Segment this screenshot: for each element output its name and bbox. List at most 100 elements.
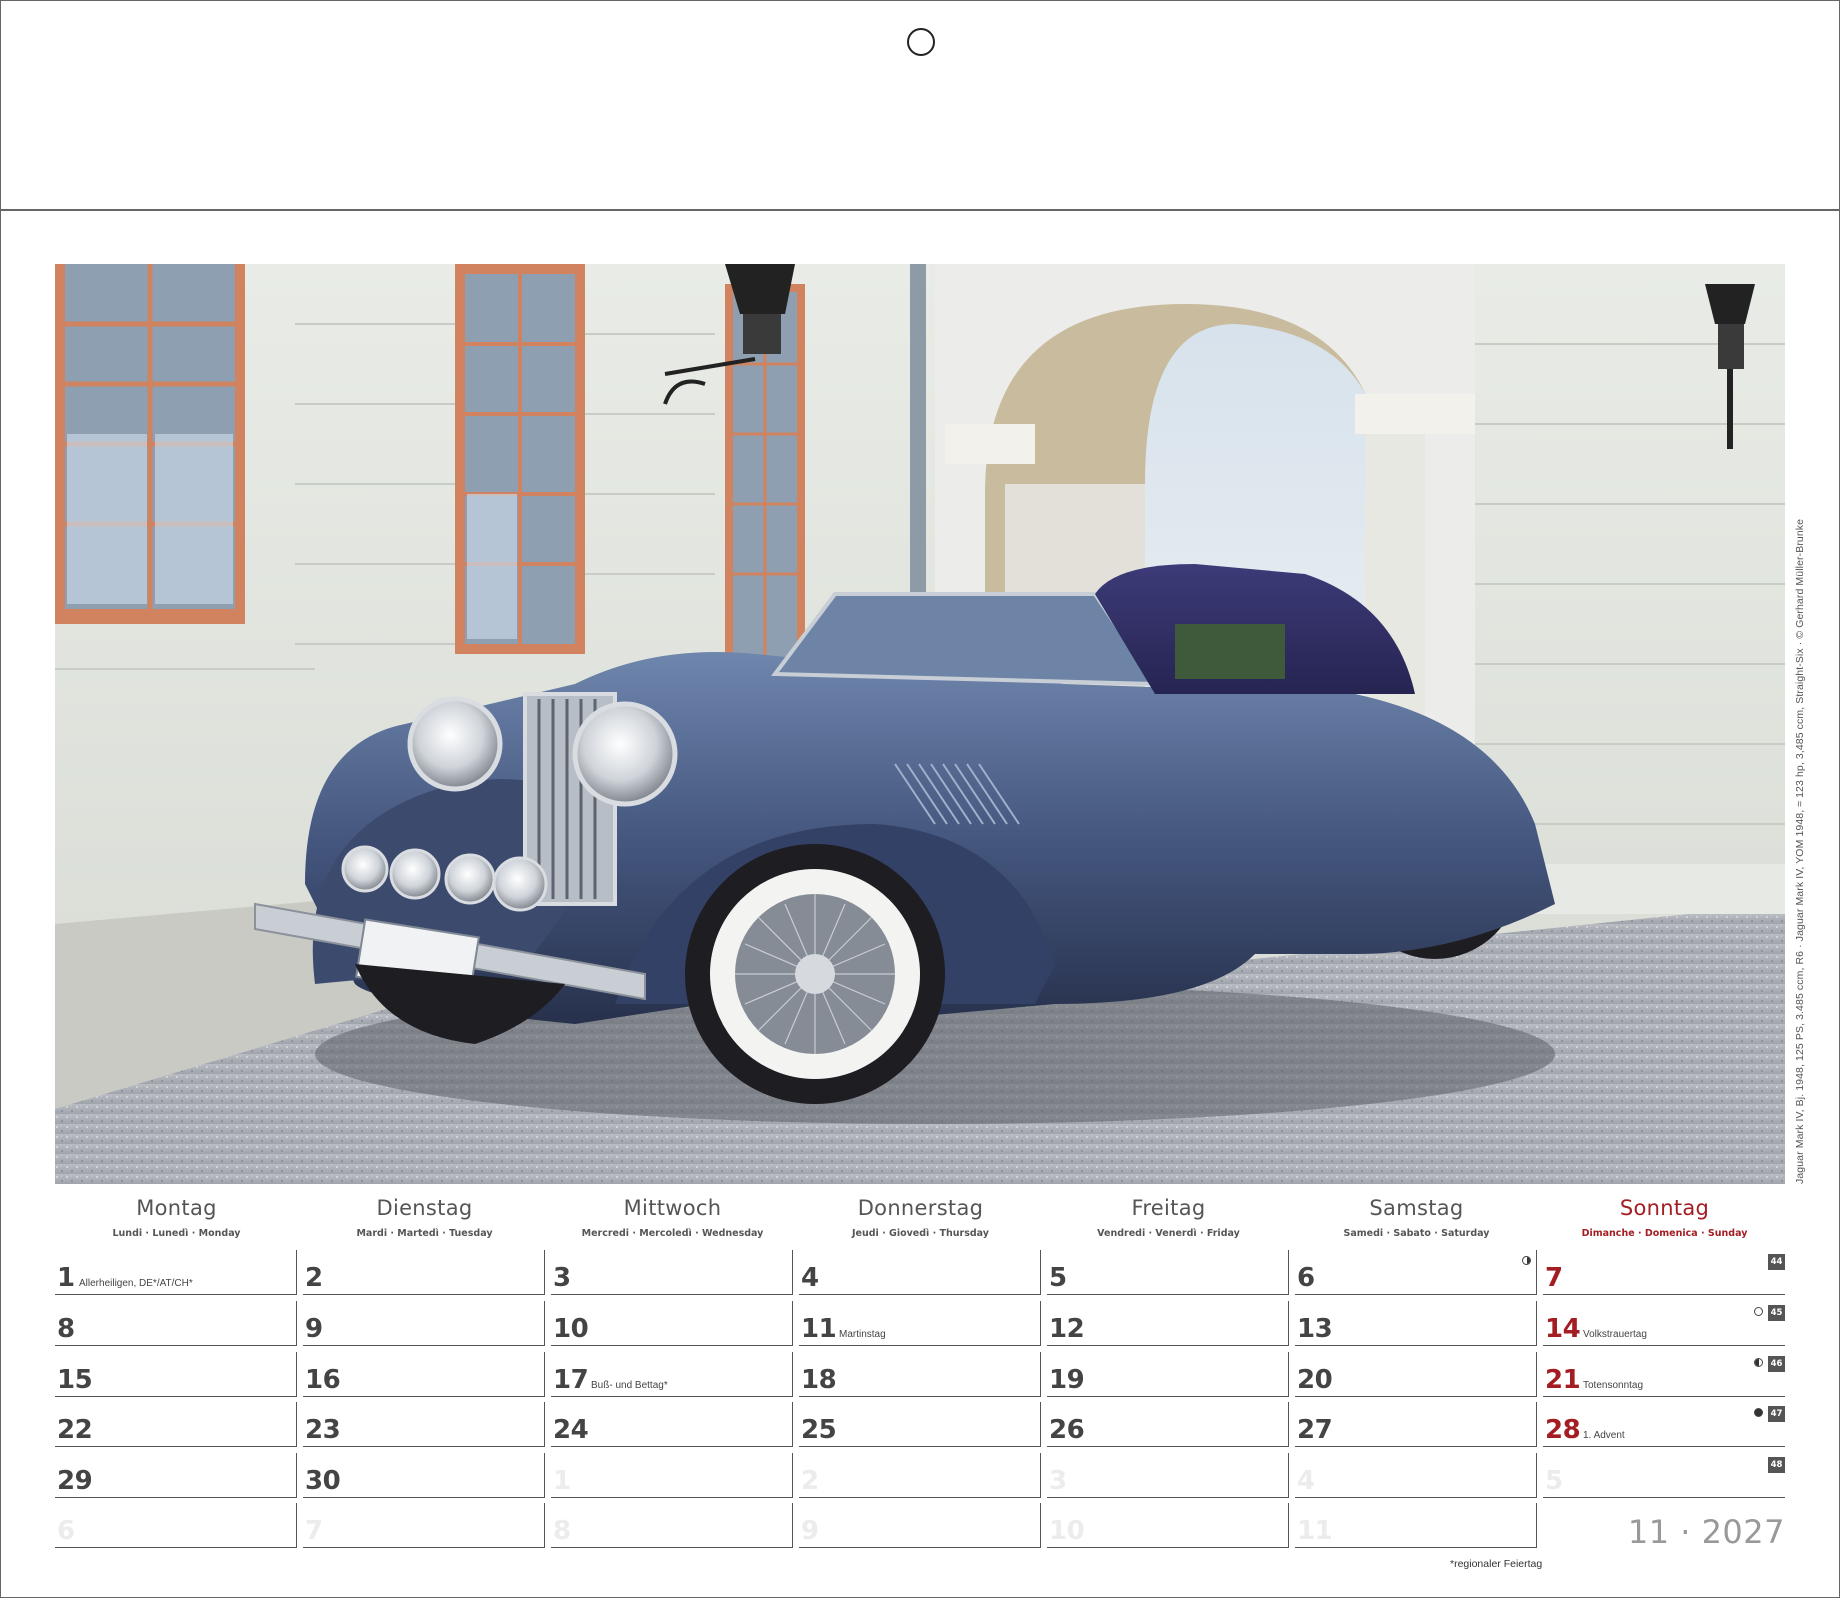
week-number-badge: 47 [1768, 1406, 1785, 1422]
day-number: 7 [1545, 1263, 1563, 1293]
last-quarter-moon-icon [1754, 1358, 1763, 1367]
weekday-header: Sonntag Dimanche · Domenica · Sunday [1543, 1196, 1786, 1239]
day-cell: 26 [1047, 1402, 1289, 1447]
day-cell: 13 [1295, 1301, 1537, 1346]
weekday-header: Montag Lundi · Lunedì · Monday [55, 1196, 298, 1239]
day-cell: 25 [799, 1402, 1041, 1447]
photo-credit: Jaguar Mark IV, Bj. 1948, 125 PS, 3.485 … [1794, 518, 1806, 1184]
day-number: 21 [1545, 1365, 1581, 1395]
day-cell: 11 Martinstag [799, 1301, 1041, 1346]
day-number: 4 [1297, 1466, 1315, 1496]
day-number: 29 [57, 1466, 93, 1496]
weekday-translations: Lundi · Lunedì · Monday [112, 1228, 241, 1239]
day-cell: 10 [1047, 1503, 1289, 1548]
day-number: 1 [553, 1466, 571, 1496]
weekday-translations: Vendredi · Venerdì · Friday [1097, 1228, 1240, 1239]
week-number-badge: 48 [1768, 1457, 1785, 1473]
day-cell: 2 [799, 1453, 1041, 1498]
day-cell: 4 [799, 1250, 1041, 1295]
full-moon-icon [1754, 1307, 1763, 1316]
day-cell: 23 [303, 1402, 545, 1447]
day-number: 9 [305, 1314, 323, 1344]
day-number: 27 [1297, 1415, 1333, 1445]
day-number: 26 [1049, 1415, 1085, 1445]
day-cell: 18 [799, 1352, 1041, 1397]
footnote: *regionaler Feiertag [1450, 1558, 1543, 1570]
holiday-note: 1. Advent [1583, 1430, 1625, 1441]
first-quarter-moon-icon [1522, 1256, 1531, 1265]
day-cell: 7 44 [1543, 1250, 1785, 1295]
day-number: 24 [553, 1415, 589, 1445]
day-number: 25 [801, 1415, 837, 1445]
day-cell: 29 [55, 1453, 297, 1498]
day-number: 2 [305, 1263, 323, 1293]
weekday-name: Montag [136, 1196, 217, 1220]
day-number: 20 [1297, 1365, 1333, 1395]
holiday-note: Buß- und Bettag* [591, 1380, 668, 1391]
day-cell: 5 48 [1543, 1453, 1785, 1498]
weekday-header: Samstag Samedi · Sabato · Saturday [1295, 1196, 1538, 1239]
day-cell: 11 [1295, 1503, 1537, 1548]
weekday-header: Mittwoch Mercredi · Mercoledì · Wednesday [551, 1196, 794, 1239]
day-cell: 8 [551, 1503, 793, 1548]
calendar-photo [55, 264, 1785, 1184]
day-number: 2 [801, 1466, 819, 1496]
day-cell: 4 [1295, 1453, 1537, 1498]
day-cell: 10 [551, 1301, 793, 1346]
day-number: 1 [57, 1263, 75, 1293]
weekday-name: Sonntag [1619, 1196, 1710, 1220]
day-cell: 1 [551, 1453, 793, 1498]
day-cell: 24 [551, 1402, 793, 1447]
day-number: 19 [1049, 1365, 1085, 1395]
day-cell: 6 [55, 1503, 297, 1548]
day-number: 13 [1297, 1314, 1333, 1344]
weekday-header: Freitag Vendredi · Venerdì · Friday [1047, 1196, 1290, 1239]
week-number-badge: 46 [1768, 1356, 1785, 1372]
day-number: 6 [57, 1516, 75, 1546]
weekday-name: Samstag [1369, 1196, 1464, 1220]
day-number: 4 [801, 1263, 819, 1293]
day-number: 11 [1297, 1516, 1333, 1546]
day-cell: 14 Volkstrauertag 45 [1543, 1301, 1785, 1346]
weekday-translations: Samedi · Sabato · Saturday [1343, 1228, 1490, 1239]
weekday-name: Mittwoch [623, 1196, 722, 1220]
hanger-band [0, 0, 1840, 211]
weekday-name: Freitag [1131, 1196, 1206, 1220]
day-number: 3 [1049, 1466, 1067, 1496]
weekday-name: Donnerstag [857, 1196, 984, 1220]
day-cell: 2 [303, 1250, 545, 1295]
day-cell: 17 Buß- und Bettag* [551, 1352, 793, 1397]
day-cell: 8 [55, 1301, 297, 1346]
day-cell: 20 [1295, 1352, 1537, 1397]
day-cell: 1 Allerheiligen, DE*/AT/CH* [55, 1250, 297, 1295]
day-number: 17 [553, 1365, 589, 1395]
day-cell: 21 Totensonntag 46 [1543, 1352, 1785, 1397]
day-number: 8 [553, 1516, 571, 1546]
day-number: 18 [801, 1365, 837, 1395]
month-year-label: 11 · 2027 [1627, 1513, 1785, 1551]
day-cell: 6 [1295, 1250, 1537, 1295]
weekday-translations: Mercredi · Mercoledì · Wednesday [581, 1228, 764, 1239]
day-number: 7 [305, 1516, 323, 1546]
holiday-note: Volkstrauertag [1583, 1329, 1647, 1340]
day-cell: 7 [303, 1503, 545, 1548]
day-number: 3 [553, 1263, 571, 1293]
day-number: 8 [57, 1314, 75, 1344]
day-number: 22 [57, 1415, 93, 1445]
week-number-badge: 45 [1768, 1305, 1785, 1321]
weekday-name: Dienstag [376, 1196, 473, 1220]
holiday-note: Totensonntag [1583, 1380, 1644, 1391]
day-cell: 28 1. Advent 47 [1543, 1402, 1785, 1447]
day-number: 14 [1545, 1314, 1581, 1344]
day-number: 9 [801, 1516, 819, 1546]
day-cell: 5 [1047, 1250, 1289, 1295]
day-cell: 3 [1047, 1453, 1289, 1498]
day-cell: 15 [55, 1352, 297, 1397]
day-cell: 19 [1047, 1352, 1289, 1397]
day-cell: 16 [303, 1352, 545, 1397]
day-number: 23 [305, 1415, 341, 1445]
day-number: 30 [305, 1466, 341, 1496]
weekday-translations: Jeudi · Giovedì · Thursday [852, 1228, 989, 1239]
weekday-header: Dienstag Mardi · Martedì · Tuesday [303, 1196, 546, 1239]
day-cell: 22 [55, 1402, 297, 1447]
